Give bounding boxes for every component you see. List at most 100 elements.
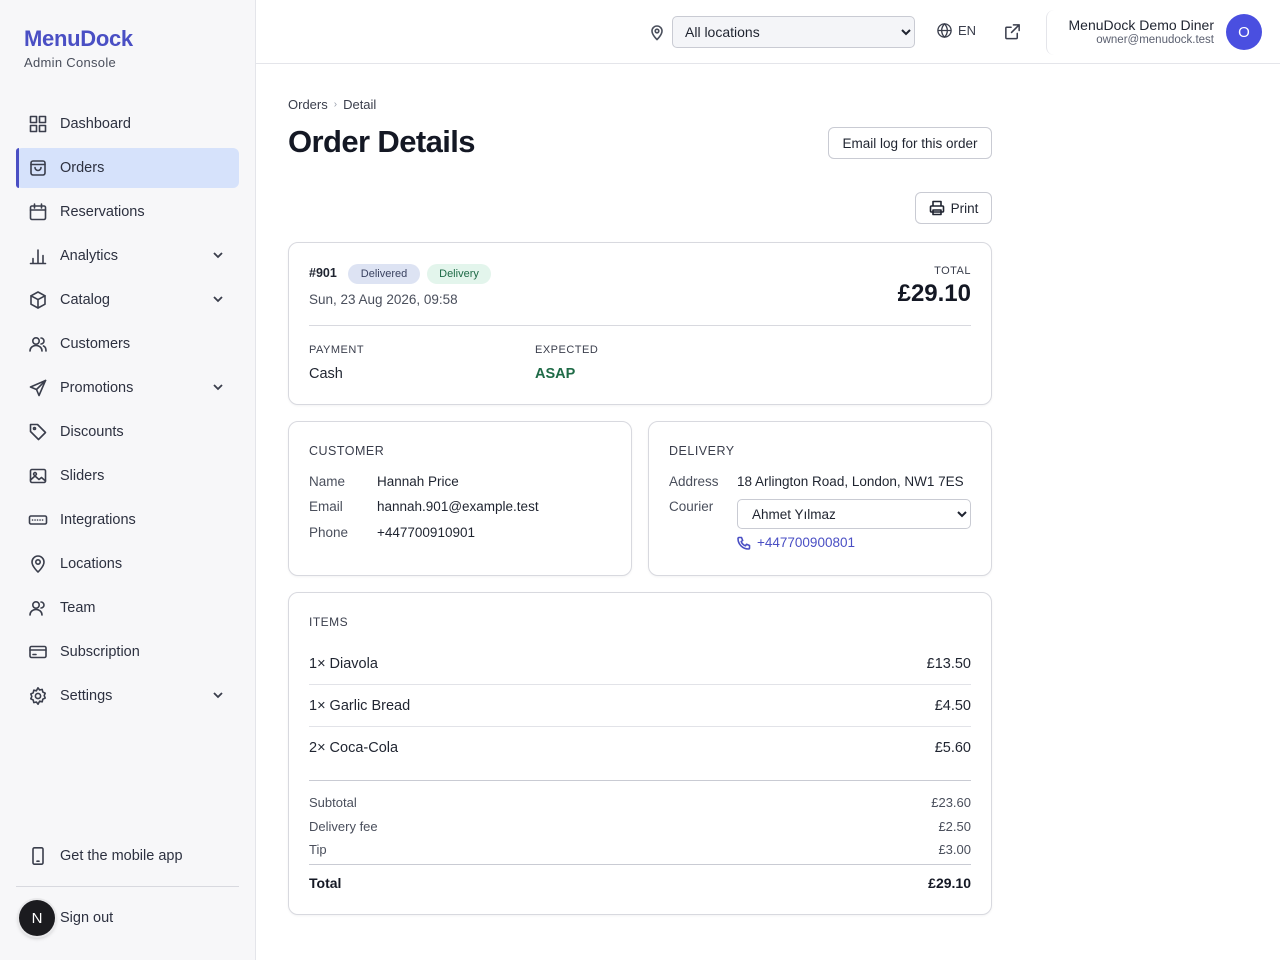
customer-email-label: Email xyxy=(309,499,343,514)
print-button[interactable]: Print xyxy=(915,192,992,224)
courier-label: Courier xyxy=(669,499,714,514)
delivery-fee-value: £2.50 xyxy=(938,819,971,834)
map-pin-icon xyxy=(28,554,48,574)
breadcrumb: Orders › Detail xyxy=(288,97,376,112)
box-icon xyxy=(28,290,48,310)
sidebar: MenuDock Admin Console Dashboard Orders … xyxy=(0,0,256,960)
order-type-badge: Delivery xyxy=(427,264,491,284)
item-price: £4.50 xyxy=(934,697,971,714)
sidebar-item-dashboard[interactable]: Dashboard xyxy=(16,104,239,144)
delivery-title: DELIVERY xyxy=(669,444,735,458)
phone-icon xyxy=(737,536,751,550)
keyboard-icon xyxy=(28,510,48,530)
sidebar-item-settings[interactable]: Settings xyxy=(16,676,239,716)
email-log-button[interactable]: Email log for this order xyxy=(828,127,992,159)
chevron-down-icon xyxy=(211,248,225,262)
avatar[interactable]: O xyxy=(1226,14,1262,50)
payment-value: Cash xyxy=(309,366,343,382)
external-link-icon[interactable] xyxy=(1003,22,1023,42)
divider xyxy=(309,325,971,326)
sidebar-item-subscription[interactable]: Subscription xyxy=(16,632,239,672)
tip-value: £3.00 xyxy=(938,842,971,857)
chevron-down-icon xyxy=(211,688,225,702)
divider xyxy=(309,864,971,865)
chevron-right-icon: › xyxy=(333,99,338,110)
get-mobile-app-link[interactable]: Get the mobile app xyxy=(16,836,239,876)
sidebar-item-label: Team xyxy=(60,600,96,616)
sidebar-item-integrations[interactable]: Integrations xyxy=(16,500,239,540)
location-select[interactable]: All locations xyxy=(672,16,915,48)
brand[interactable]: MenuDock Admin Console xyxy=(24,26,133,70)
item-name-cell: 2× Coca-Cola xyxy=(309,740,398,756)
sidebar-item-label: Catalog xyxy=(60,292,110,308)
sidebar-item-orders[interactable]: Orders xyxy=(16,148,239,188)
item-price: £5.60 xyxy=(934,740,971,756)
brand-subtitle: Admin Console xyxy=(24,55,117,70)
address-value: 18 Arlington Road, London, NW1 7ES xyxy=(737,474,964,489)
delivery-card: DELIVERY Address 18 Arlington Road, Lond… xyxy=(648,421,992,576)
sign-out-button[interactable]: N Sign out xyxy=(16,898,113,938)
sidebar-item-label: Subscription xyxy=(60,644,140,660)
customer-name: Hannah Price xyxy=(377,474,459,489)
divider xyxy=(309,780,971,781)
order-date: Sun, 23 Aug 2026, 09:58 xyxy=(309,292,458,307)
grand-total-label: Total xyxy=(309,875,342,891)
sidebar-item-label: Analytics xyxy=(60,248,119,264)
sidebar-item-catalog[interactable]: Catalog xyxy=(16,280,239,320)
sidebar-item-label: Locations xyxy=(60,556,123,572)
subtotal-row: Subtotal £23.60 xyxy=(309,795,971,810)
courier-phone: +447700900801 xyxy=(757,535,855,550)
chevron-down-icon xyxy=(211,380,225,394)
customer-title: CUSTOMER xyxy=(309,444,385,458)
smartphone-icon xyxy=(28,846,48,866)
sidebar-item-reservations[interactable]: Reservations xyxy=(16,192,239,232)
tip-label: Tip xyxy=(309,842,327,857)
order-summary-card: #901 Delivered Delivery Sun, 23 Aug 2026… xyxy=(288,242,992,405)
credit-card-icon xyxy=(28,642,48,662)
list-item: 2× Coca-Cola £5.60 xyxy=(309,727,971,769)
delivery-fee-label: Delivery fee xyxy=(309,819,378,834)
expected-label: EXPECTED xyxy=(535,344,599,356)
sidebar-item-sliders[interactable]: Sliders xyxy=(16,456,239,496)
sidebar-item-promotions[interactable]: Promotions xyxy=(16,368,239,408)
user-email: owner@menudock.test xyxy=(1096,34,1214,46)
customer-phone-label: Phone xyxy=(309,525,349,540)
language-label: EN xyxy=(958,23,977,38)
customer-card: CUSTOMER Name Hannah Price Email hannah.… xyxy=(288,421,632,576)
sidebar-item-locations[interactable]: Locations xyxy=(16,544,239,584)
print-label: Print xyxy=(950,200,979,216)
item-name-cell: 1× Garlic Bread xyxy=(309,698,410,714)
top-bar: All locations EN MenuDock Demo Diner own… xyxy=(256,0,1280,64)
sidebar-item-customers[interactable]: Customers xyxy=(16,324,239,364)
item-name: Coca-Cola xyxy=(329,740,399,756)
sidebar-item-team[interactable]: Team xyxy=(16,588,239,628)
breadcrumb-orders-link[interactable]: Orders xyxy=(288,97,328,112)
items-title: ITEMS xyxy=(309,615,349,629)
sign-out-label: Sign out xyxy=(60,910,114,926)
printer-icon xyxy=(929,200,944,216)
sidebar-item-discounts[interactable]: Discounts xyxy=(16,412,239,452)
sidebar-item-analytics[interactable]: Analytics xyxy=(16,236,239,276)
item-price: £13.50 xyxy=(926,655,971,672)
user-menu[interactable]: MenuDock Demo Diner owner@menudock.test … xyxy=(1046,10,1262,55)
dashboard-grid-icon xyxy=(28,114,48,134)
sidebar-item-label: Reservations xyxy=(60,204,145,220)
shopping-bag-icon xyxy=(28,158,48,178)
image-icon xyxy=(28,466,48,486)
courier-select[interactable]: Ahmet Yılmaz xyxy=(737,499,971,529)
avatar: N xyxy=(19,900,55,936)
sidebar-item-label: Settings xyxy=(60,688,113,704)
brand-name[interactable]: MenuDock xyxy=(24,26,133,52)
item-name-cell: 1× Diavola xyxy=(309,656,378,672)
calendar-icon xyxy=(28,202,48,222)
subtotal-value: £23.60 xyxy=(931,795,971,810)
courier-phone-link[interactable]: +447700900801 xyxy=(737,535,855,550)
sidebar-nav: Dashboard Orders Reservations Analytics … xyxy=(16,104,239,720)
status-badge: Delivered xyxy=(348,264,420,284)
bar-chart-icon xyxy=(28,246,48,266)
delivery-fee-row: Delivery fee £2.50 xyxy=(309,819,971,834)
language-switcher[interactable]: EN xyxy=(936,22,976,39)
map-pin-icon xyxy=(649,23,665,41)
expected-value: ASAP xyxy=(535,366,576,382)
sidebar-item-label: Orders xyxy=(60,160,105,176)
